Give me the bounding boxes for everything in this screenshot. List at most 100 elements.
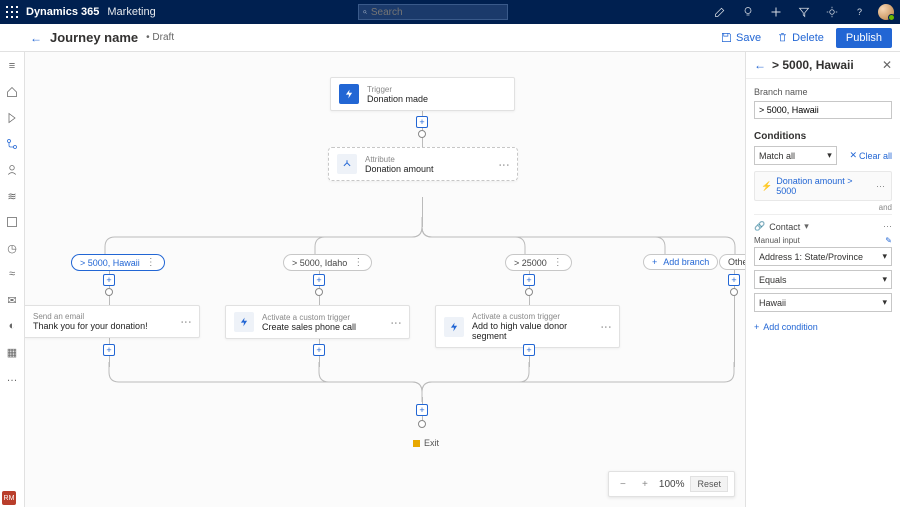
rail-calendar-icon[interactable]: ▦ — [4, 344, 20, 360]
publish-button[interactable]: Publish — [836, 28, 892, 48]
rail-contacts-icon[interactable] — [4, 162, 20, 178]
bottom-left-badge: RM — [2, 491, 16, 505]
journey-canvas[interactable]: TriggerDonation made + AttributeDonation… — [25, 52, 745, 507]
settings-icon[interactable] — [822, 2, 842, 22]
custom-trigger-node-1[interactable]: Activate a custom triggerCreate sales ph… — [225, 305, 410, 339]
action-label: Send an email — [33, 312, 148, 321]
bolt-icon — [234, 312, 254, 332]
rail-assets-icon[interactable] — [4, 214, 20, 230]
zoom-control: − + 100% Reset — [608, 471, 735, 497]
help-icon[interactable]: ? — [850, 2, 870, 22]
add-step-button[interactable]: + — [523, 274, 535, 286]
pill-menu-icon[interactable]: ⋮ — [553, 257, 563, 268]
branch-label: > 5000, Hawaii — [80, 258, 140, 268]
condition-text: Donation amount > 5000 — [776, 176, 872, 196]
action-value: Create sales phone call — [262, 322, 356, 332]
branch-pill-other[interactable]: Other — [719, 254, 745, 270]
chevron-down-icon: ▾ — [882, 274, 887, 285]
chevron-down-icon: ▾ — [882, 297, 887, 308]
zoom-out-button[interactable]: − — [615, 476, 631, 492]
pill-menu-icon[interactable]: ⋮ — [353, 257, 363, 268]
condition-chip[interactable]: ⚡ Donation amount > 5000 ⋯ — [754, 171, 892, 201]
send-email-node[interactable]: Send an emailThank you for your donation… — [25, 305, 200, 338]
page-title: Journey name — [50, 30, 138, 45]
add-step-button[interactable]: + — [416, 404, 428, 416]
operator-select[interactable]: Equals▾ — [754, 270, 892, 289]
exit-node: Exit — [413, 438, 439, 448]
branch-pill-idaho[interactable]: > 5000, Idaho⋮ — [283, 254, 372, 271]
svg-text:?: ? — [857, 7, 862, 17]
rail-campaigns-icon[interactable]: ◷ — [4, 240, 20, 256]
contact-group-header[interactable]: 🔗 Contact ▾ — [754, 221, 809, 232]
save-button[interactable]: Save — [717, 32, 765, 44]
user-avatar[interactable] — [878, 4, 894, 20]
add-condition-button[interactable]: +Add condition — [754, 316, 892, 338]
add-step-button[interactable]: + — [313, 274, 325, 286]
field-value: Address 1: State/Province — [759, 252, 863, 262]
branch-name-input[interactable] — [754, 101, 892, 119]
trigger-label: Trigger — [367, 85, 428, 94]
clear-all-button[interactable]: ✕Clear all — [849, 150, 892, 161]
global-search[interactable] — [358, 4, 508, 20]
panel-back-button[interactable]: ← — [754, 58, 766, 72]
product-name: Dynamics 365 — [26, 6, 99, 18]
branch-pill-25000[interactable]: > 25000⋮ — [505, 254, 572, 271]
link-icon: 🔗 — [754, 221, 765, 232]
bolt-icon — [444, 317, 464, 337]
add-step-button[interactable]: + — [416, 116, 428, 128]
add-icon[interactable] — [766, 2, 786, 22]
rail-play-icon[interactable] — [4, 110, 20, 126]
trigger-node[interactable]: TriggerDonation made — [330, 77, 515, 111]
search-input[interactable] — [371, 7, 503, 18]
pill-menu-icon[interactable]: ⋮ — [146, 257, 156, 268]
action-value: Thank you for your donation! — [33, 321, 148, 331]
junction-icon — [730, 288, 738, 296]
chevron-down-icon: ▾ — [804, 221, 809, 232]
group-menu-icon[interactable]: ⋯ — [883, 221, 892, 232]
delete-button[interactable]: Delete — [773, 32, 828, 44]
field-select[interactable]: Address 1: State/Province ▾ — [754, 247, 892, 266]
trigger-value: Donation made — [367, 94, 428, 104]
junction-icon — [105, 288, 113, 296]
add-branch-button[interactable]: +Add branch — [643, 254, 718, 270]
add-condition-label: Add condition — [763, 322, 818, 332]
add-step-button[interactable]: + — [313, 344, 325, 356]
attribute-value: Donation amount — [365, 164, 434, 174]
chip-menu-icon[interactable]: ⋯ — [876, 181, 885, 192]
chevron-down-icon: ▾ — [882, 251, 887, 262]
filter-icon[interactable] — [794, 2, 814, 22]
lightbulb-icon[interactable] — [738, 2, 758, 22]
delete-label: Delete — [792, 32, 824, 44]
value-select[interactable]: Hawaii▾ — [754, 293, 892, 312]
zoom-reset-button[interactable]: Reset — [690, 476, 728, 492]
edit-icon[interactable]: ✎ — [885, 236, 892, 245]
edit-icon[interactable] — [710, 2, 730, 22]
node-menu-icon[interactable]: ⋮ — [180, 317, 193, 327]
rail-journeys-icon[interactable] — [4, 136, 20, 152]
add-step-button[interactable]: + — [728, 274, 740, 286]
branch-pill-hawaii[interactable]: > 5000, Hawaii ⋮ — [71, 254, 165, 271]
rail-forms-icon[interactable]: ◐ — [4, 318, 20, 334]
rail-email-icon[interactable]: ✉ — [4, 292, 20, 308]
app-launcher-icon[interactable] — [6, 6, 18, 18]
panel-close-button[interactable]: ✕ — [882, 58, 892, 72]
add-step-button[interactable]: + — [523, 344, 535, 356]
node-menu-icon[interactable]: ⋮ — [498, 159, 511, 169]
rail-menu-icon[interactable]: ≡ — [4, 58, 20, 74]
node-menu-icon[interactable]: ⋮ — [390, 317, 403, 327]
panel-title: > 5000, Hawaii — [772, 58, 876, 72]
custom-trigger-node-2[interactable]: Activate a custom triggerAdd to high val… — [435, 305, 620, 348]
rail-analytics-icon[interactable]: ≈ — [4, 266, 20, 282]
node-menu-icon[interactable]: ⋮ — [600, 322, 613, 332]
add-step-button[interactable]: + — [103, 274, 115, 286]
add-step-button[interactable]: + — [103, 344, 115, 356]
attribute-node[interactable]: AttributeDonation amount ⋮ — [328, 147, 518, 181]
match-mode-select[interactable]: Match all▾ — [754, 146, 837, 165]
rail-more-icon[interactable]: … — [4, 370, 20, 386]
zoom-in-button[interactable]: + — [637, 476, 653, 492]
conditions-heading: Conditions — [754, 131, 892, 142]
rail-segments-icon[interactable]: ≋ — [4, 188, 20, 204]
left-nav-rail: ≡ ≋ ◷ ≈ ✉ ◐ ▦ … — [0, 52, 25, 507]
back-button[interactable]: ← — [30, 31, 42, 45]
rail-home-icon[interactable] — [4, 84, 20, 100]
